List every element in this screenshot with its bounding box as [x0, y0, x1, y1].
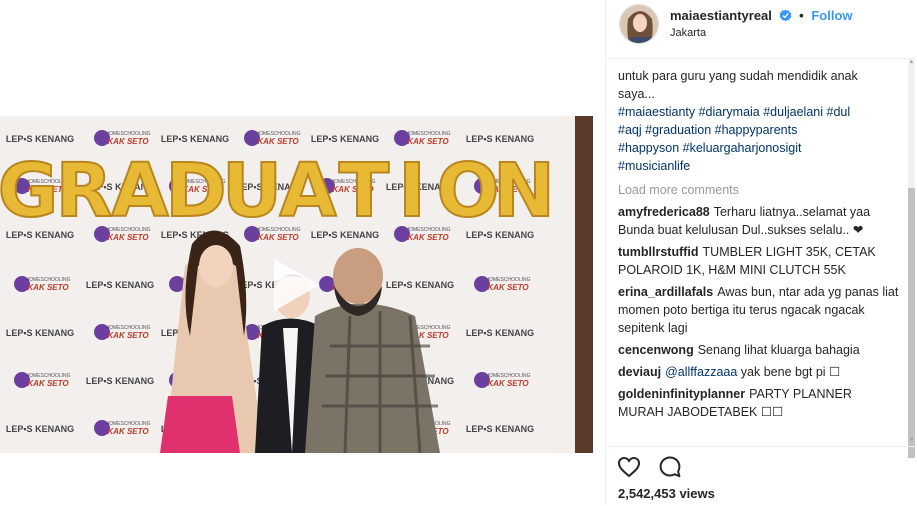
comment: cencenwong Senang lihat kluarga bahagia [618, 341, 900, 359]
backdrop-logo-text: LEP•S KENANG [86, 376, 154, 386]
separator-dot: • [799, 8, 804, 23]
comment: amyfrederica88 Terharu liatnya..selamat y… [618, 203, 900, 239]
hashtag-link[interactable]: #graduation [645, 123, 711, 137]
comment-username[interactable]: cencenwong [618, 343, 694, 357]
backdrop-logo-text: KAK SETO [407, 233, 449, 242]
comment-username[interactable]: goldeninfinityplanner [618, 387, 745, 401]
backdrop-logo-text: LEP•S KENANG [311, 134, 379, 144]
backdrop-logo-text: LEP•S KENANG [386, 280, 454, 290]
hashtag-link[interactable]: #musicianlife [618, 159, 690, 173]
hashtag-link[interactable]: #keluargaharjonosigit [683, 141, 802, 155]
balloon-letter: U [222, 148, 282, 234]
caption-line: saya... [618, 87, 655, 101]
scroll-up-arrow-icon[interactable]: ▲ [908, 58, 915, 66]
comments-scrollbar[interactable]: ▲ ▼ [908, 58, 915, 458]
follow-button[interactable]: Follow [811, 8, 852, 23]
balloon-letter: A [111, 148, 168, 234]
comment: deviauj @allffazzaaa yak bene bgt pi ☐ [618, 363, 900, 381]
hashtag-link[interactable]: #happyparents [715, 123, 798, 137]
person-woman-face [199, 245, 233, 287]
balloon-letter: I [398, 148, 426, 234]
hashtag-line: #maiaestianty #diarymaia #duljaelani #du… [618, 103, 900, 121]
load-more-comments-button[interactable]: Load more comments [618, 181, 900, 199]
hashtag-link[interactable]: #diarymaia [699, 105, 760, 119]
scrollbar-thumb[interactable] [908, 188, 915, 458]
hashtag-line: #aqj #graduation #happyparents [618, 121, 900, 139]
backdrop-logo-text: KAK SETO [257, 137, 299, 146]
comment-text: Senang lihat kluarga bahagia [697, 343, 860, 357]
backdrop-logo-text: KAK SETO [107, 427, 149, 436]
backdrop-logo-text: KAK SETO [27, 379, 69, 388]
backdrop-logo-text: LEP•S KENANG [6, 328, 74, 338]
hashtag-link[interactable]: #maiaestianty [618, 105, 695, 119]
comment: goldeninfinityplanner PARTY PLANNER MURAH… [618, 385, 900, 421]
backdrop-logo-text: LEP•S KENANG [6, 424, 74, 434]
scroll-down-arrow-icon[interactable]: ▼ [908, 436, 915, 444]
verified-badge-icon [779, 9, 792, 25]
backdrop-logo-text: KAK SETO [487, 379, 529, 388]
comment: erina_ardillafals Awas bun, ntar ada yg p… [618, 283, 900, 337]
comments-list[interactable]: untuk para guru yang sudah mendidik anak… [606, 58, 906, 445]
post-sidebar: maiaestiantyreal • Follow Jakarta untuk … [605, 0, 917, 505]
video-player[interactable]: LEP•S KENANG HOMESCHOOLING KAK SETO LEP•S K… [0, 116, 593, 453]
hashtag-link[interactable]: #aqj [618, 123, 642, 137]
backdrop-logo-text: KAK SETO [407, 137, 449, 146]
backdrop-logo-text: KAK SETO [27, 283, 69, 292]
comment-username[interactable]: amyfrederica88 [618, 205, 710, 219]
hashtag-link[interactable]: #happyson [618, 141, 679, 155]
comment-mention[interactable]: @allffazzaaa [665, 365, 737, 379]
caption-line: untuk para guru yang sudah mendidik anak [618, 69, 858, 83]
caption: untuk para guru yang sudah mendidik anak… [618, 67, 900, 175]
person-woman-bag [160, 396, 240, 453]
backdrop-logo-text: LEP•S KENANG [466, 328, 534, 338]
balloon-letter: R [56, 148, 113, 234]
hashtag-link[interactable]: #dul [827, 105, 851, 119]
backdrop-logo-text: LEP•S KENANG [466, 424, 534, 434]
play-icon[interactable] [262, 253, 326, 317]
backdrop-logo-text: LEP•S KENANG [161, 134, 229, 144]
avatar[interactable] [619, 4, 659, 44]
post-header: maiaestiantyreal • Follow Jakarta [606, 0, 917, 54]
balloon-letter: N [493, 148, 555, 234]
comment-text: yak bene bgt pi ☐ [740, 365, 841, 379]
location-link[interactable]: Jakarta [670, 27, 706, 39]
post-actions: 2,542,453 views [606, 446, 917, 506]
comment-username[interactable]: tumbllrstuffid [618, 245, 699, 259]
hashtag-line: #musicianlife [618, 157, 900, 175]
media-pane: LEP•S KENANG HOMESCHOOLING KAK SETO LEP•S K… [0, 0, 605, 505]
username[interactable]: maiaestiantyreal [670, 8, 772, 23]
backdrop-logo-text: KAK SETO [257, 233, 299, 242]
backdrop-logo-text: KAK SETO [107, 233, 149, 242]
backdrop-edge [575, 116, 593, 453]
balloon-letter: O [437, 148, 500, 234]
comment-username[interactable]: erina_ardillafals [618, 285, 713, 299]
backdrop-logo-text: KAK SETO [107, 137, 149, 146]
view-count: 2,542,453 views [618, 486, 715, 501]
backdrop-logo-text: LEP•S KENANG [466, 134, 534, 144]
hashtag-link[interactable]: #duljaelani [763, 105, 823, 119]
balloon-letter: T [339, 148, 390, 234]
comment: tumbllrstuffid TUMBLER LIGHT 35K, CETAK P… [618, 243, 900, 279]
balloon-letter: A [279, 148, 336, 234]
heart-icon[interactable] [617, 455, 641, 479]
balloon-letter: G [0, 148, 58, 234]
hashtag-line: #happyson #keluargaharjonosigit [618, 139, 900, 157]
backdrop-logo-text: LEP•S KENANG [6, 134, 74, 144]
backdrop-logo-text: KAK SETO [487, 283, 529, 292]
balloon-letter: D [165, 148, 226, 234]
comment-username[interactable]: deviauj [618, 365, 661, 379]
backdrop-logo-text: KAK SETO [107, 331, 149, 340]
comment-icon[interactable] [658, 455, 682, 479]
backdrop-logo-text: LEP•S KENANG [86, 280, 154, 290]
header-line: maiaestiantyreal • Follow [670, 8, 853, 25]
